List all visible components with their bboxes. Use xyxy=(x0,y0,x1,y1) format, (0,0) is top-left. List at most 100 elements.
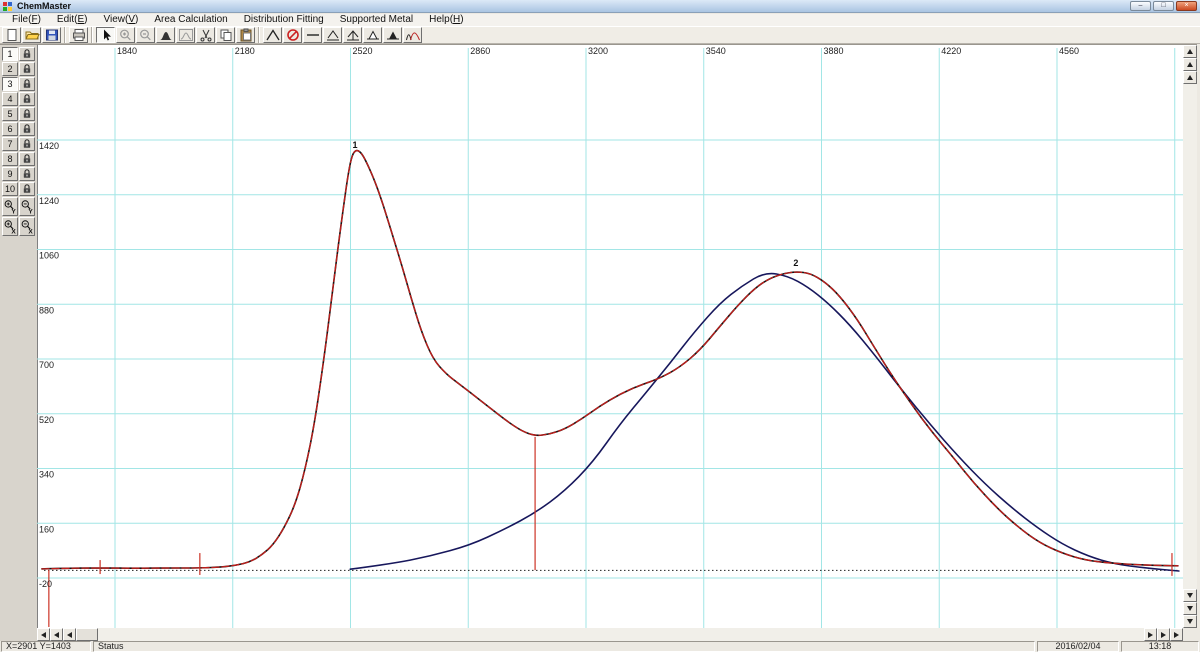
y-axis-tick-label: 1060 xyxy=(39,251,59,261)
arrow-down-icon xyxy=(1187,619,1193,624)
maximize-button[interactable]: □ xyxy=(1153,1,1174,11)
menu-item-distribution-fitting[interactable]: Distribution Fitting xyxy=(236,14,332,26)
distribution-button[interactable] xyxy=(403,27,422,43)
peak-label-1: 1 xyxy=(352,140,357,150)
scroll-up-button-2[interactable] xyxy=(1183,58,1197,71)
channel-row-10: 10 xyxy=(2,182,35,196)
arrow-left-icon xyxy=(67,632,72,638)
pointer-icon xyxy=(98,28,114,42)
scroll-down-button-1[interactable] xyxy=(1183,589,1197,602)
status-time: 13:18 xyxy=(1121,641,1199,652)
horizontal-scroll-track[interactable] xyxy=(98,628,1144,641)
baseline-button[interactable] xyxy=(303,27,322,43)
open-folder-button[interactable] xyxy=(22,27,41,43)
copy-button[interactable] xyxy=(216,27,235,43)
channel-button-2[interactable]: 2 xyxy=(2,62,18,76)
peak-button[interactable] xyxy=(263,27,282,43)
zoom-in-button[interactable] xyxy=(116,27,135,43)
x-axis-tick-label: 2520 xyxy=(352,46,372,56)
channel-button-7[interactable]: 7 xyxy=(2,137,18,151)
triangle-filled-button[interactable] xyxy=(383,27,402,43)
horizontal-scroll-thumb[interactable] xyxy=(76,628,98,641)
y-axis-tick-label: 700 xyxy=(39,360,54,370)
scroll-up-button-1[interactable] xyxy=(1183,45,1197,58)
channel-button-3[interactable]: 3 xyxy=(2,77,18,91)
minimize-button[interactable]: – xyxy=(1130,1,1151,11)
channel-lock-button-5[interactable] xyxy=(19,107,35,121)
vertical-scrollbar[interactable] xyxy=(1183,44,1197,628)
fit-peak-button[interactable] xyxy=(156,27,175,43)
scroll-up-button-3[interactable] xyxy=(1183,71,1197,84)
peak-baseline-button[interactable] xyxy=(323,27,342,43)
arrow-up-icon xyxy=(1187,75,1193,80)
save-button[interactable] xyxy=(42,27,61,43)
fit-region-button[interactable] xyxy=(176,27,195,43)
cut-button[interactable] xyxy=(196,27,215,43)
channel-lock-button-7[interactable] xyxy=(19,137,35,151)
scroll-down-button-3[interactable] xyxy=(1183,615,1197,628)
zoom-in-y-icon: Y xyxy=(3,198,17,216)
scroll-right-button-3[interactable] xyxy=(1170,628,1183,641)
save-icon xyxy=(44,28,60,42)
y-axis-tick-label: 1240 xyxy=(39,196,59,206)
close-button[interactable]: × xyxy=(1176,1,1197,11)
scroll-right-button-2[interactable] xyxy=(1157,628,1170,641)
menu-item-file-f[interactable]: File(F) xyxy=(4,14,49,26)
print-button[interactable] xyxy=(69,27,88,43)
zoom-out-y-button[interactable]: Y xyxy=(19,197,35,216)
x-axis-tick-label: 4560 xyxy=(1059,46,1079,56)
channel-lock-button-3[interactable] xyxy=(19,77,35,91)
lock-icon xyxy=(21,108,33,120)
channel-lock-button-9[interactable] xyxy=(19,167,35,181)
channel-button-6[interactable]: 6 xyxy=(2,122,18,136)
y-axis-tick-label: 520 xyxy=(39,415,54,425)
arrow-down-icon xyxy=(1187,593,1193,598)
channel-lock-button-8[interactable] xyxy=(19,152,35,166)
channel-lock-button-6[interactable] xyxy=(19,122,35,136)
new-file-button[interactable] xyxy=(2,27,21,43)
channel-button-10[interactable]: 10 xyxy=(2,182,18,196)
zoom-out-button[interactable] xyxy=(136,27,155,43)
channel-row-6: 6 xyxy=(2,122,35,136)
scroll-right-button-1[interactable] xyxy=(1144,628,1157,641)
channel-lock-button-4[interactable] xyxy=(19,92,35,106)
y-axis-tick-label: 160 xyxy=(39,524,54,534)
window-title: ChemMaster xyxy=(17,0,71,13)
zoom-in-x-button[interactable]: X xyxy=(2,217,18,236)
print-icon xyxy=(71,28,87,42)
scroll-left-button-1[interactable] xyxy=(37,628,50,641)
paste-button[interactable] xyxy=(236,27,255,43)
channel-lock-button-10[interactable] xyxy=(19,182,35,196)
scroll-down-button-2[interactable] xyxy=(1183,602,1197,615)
vertical-scroll-track[interactable] xyxy=(1183,84,1197,589)
triangle-filled-icon xyxy=(385,28,401,42)
channel-button-5[interactable]: 5 xyxy=(2,107,18,121)
channel-button-1[interactable]: 1 xyxy=(2,47,18,61)
status-bar: X=2901 Y=1403 Status 2016/02/04 13:18 xyxy=(0,641,1200,652)
menu-item-supported-metal[interactable]: Supported Metal xyxy=(332,14,421,26)
scroll-left-button-2[interactable] xyxy=(50,628,63,641)
menu-item-edit-e[interactable]: Edit(E) xyxy=(49,14,96,26)
chart-plot-area[interactable]: 1840218025202860320035403880422045601420… xyxy=(37,44,1183,628)
horizontal-scrollbar[interactable] xyxy=(0,628,1200,641)
channel-button-4[interactable]: 4 xyxy=(2,92,18,106)
channel-row-8: 8 xyxy=(2,152,35,166)
channel-button-8[interactable]: 8 xyxy=(2,152,18,166)
peak-drop-button[interactable] xyxy=(343,27,362,43)
delete-region-button[interactable] xyxy=(283,27,302,43)
channel-lock-button-2[interactable] xyxy=(19,62,35,76)
zoom-out-x-button[interactable]: X xyxy=(19,217,35,236)
pointer-button[interactable] xyxy=(96,27,115,43)
triangle-outline-button[interactable] xyxy=(363,27,382,43)
scroll-left-button-3[interactable] xyxy=(63,628,76,641)
channel-lock-button-1[interactable] xyxy=(19,47,35,61)
arrow-up-icon xyxy=(1187,49,1193,54)
arrow-left-icon xyxy=(41,632,46,638)
chromatogram-chart: 1840218025202860320035403880422045601420… xyxy=(37,44,1183,628)
channel-button-9[interactable]: 9 xyxy=(2,167,18,181)
menu-item-area-calculation[interactable]: Area Calculation xyxy=(146,14,235,26)
menu-item-help-h[interactable]: Help(H) xyxy=(421,14,471,26)
lock-icon xyxy=(21,48,33,60)
menu-item-view-v[interactable]: View(V) xyxy=(95,14,146,26)
zoom-in-y-button[interactable]: Y xyxy=(2,197,18,216)
